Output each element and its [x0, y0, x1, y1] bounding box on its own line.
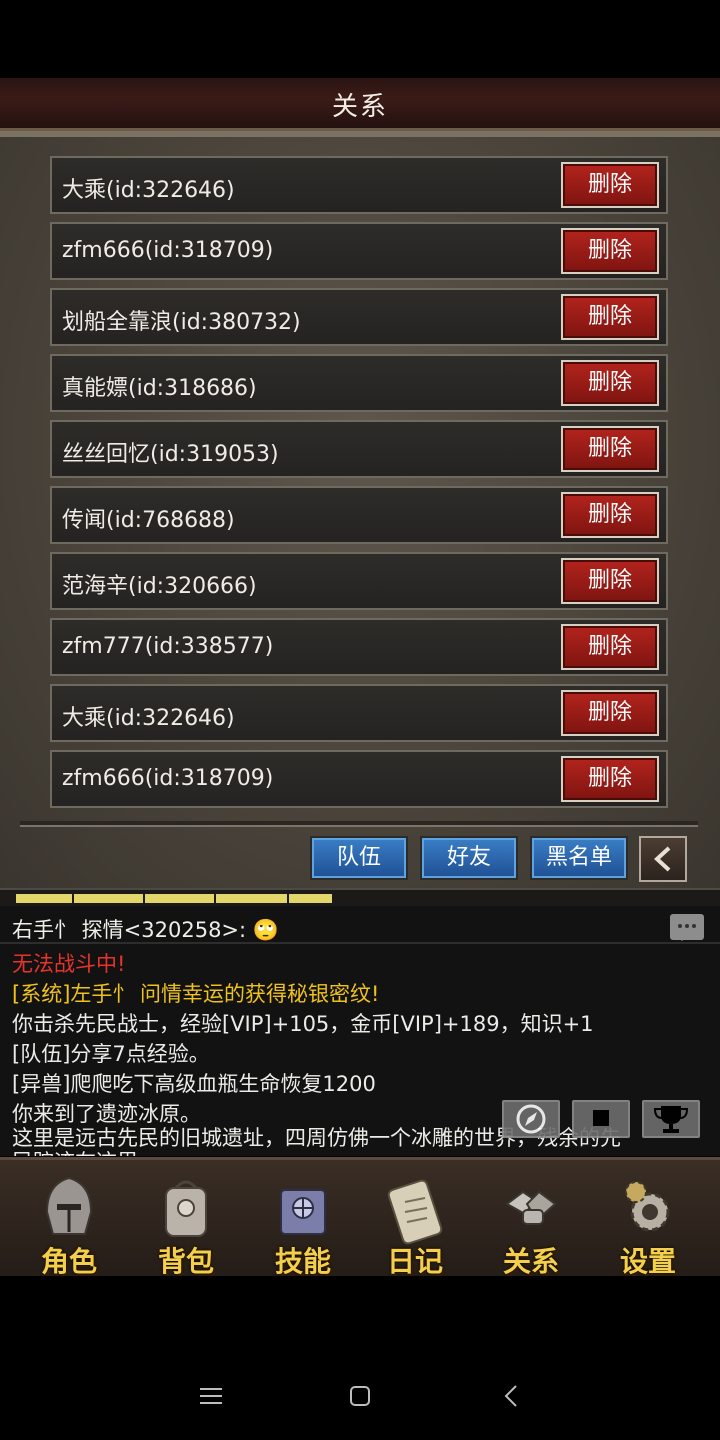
chevron-left-icon — [654, 846, 671, 872]
friend-name: 丝丝回忆(id:319053) — [62, 442, 279, 467]
page-title: 关系 — [331, 92, 388, 122]
chat-line: [系统]左手忄 问情幸运的获得秘银密纹! — [12, 982, 380, 1006]
compass-button[interactable] — [502, 1100, 560, 1138]
nav-diary[interactable]: 日记 — [360, 1164, 470, 1278]
friend-name: zfm666(id:318709) — [62, 766, 274, 791]
delete-button[interactable]: 删除 — [561, 228, 659, 274]
scroll-icon — [387, 1179, 443, 1245]
trophy-icon — [653, 1106, 689, 1133]
experience-fill — [16, 894, 332, 903]
nav-settings[interactable]: 设置 — [593, 1164, 703, 1278]
friend-name: zfm777(id:338577) — [62, 634, 274, 659]
delete-button[interactable]: 删除 — [561, 690, 659, 736]
friend-row: 传闻(id:768688) 删除 — [50, 486, 668, 544]
nav-backpack[interactable]: 背包 — [131, 1164, 241, 1278]
friend-row: 划船全靠浪(id:380732) 删除 — [50, 288, 668, 346]
delete-button[interactable]: 删除 — [561, 360, 659, 406]
experience-bar — [0, 888, 720, 906]
nav-character[interactable]: 角色 — [14, 1164, 124, 1278]
nav-label: 设置 — [619, 1245, 676, 1278]
back-button[interactable] — [639, 836, 687, 882]
gear-icon — [625, 1181, 670, 1232]
friend-row: zfm666(id:318709) 删除 — [50, 750, 668, 808]
trophy-button[interactable] — [642, 1100, 700, 1138]
delete-button[interactable]: 删除 — [561, 426, 659, 472]
chat-header: 右手忄 探情<320258>: 🙄 — [12, 918, 279, 942]
chat-line: 你击杀先民战士，经验[VIP]+105，金币[VIP]+189，知识+1 — [12, 1012, 594, 1036]
nav-label: 背包 — [157, 1245, 214, 1278]
home-icon[interactable] — [348, 1384, 372, 1408]
friend-name: 大乘(id:322646) — [62, 178, 235, 203]
friend-name: 划船全靠浪(id:380732) — [62, 310, 301, 335]
friend-name: 传闻(id:768688) — [62, 508, 235, 533]
friend-name: 范海辛(id:320666) — [62, 574, 257, 599]
title-bar: 关系 — [0, 78, 720, 131]
skill-book-icon — [280, 1189, 326, 1235]
chat-line: [队伍]分享7点经验。 — [12, 1042, 210, 1066]
nav-label: 角色 — [40, 1245, 97, 1278]
friend-row: 大乘(id:322646) 删除 — [50, 684, 668, 742]
system-nav-bar — [0, 1276, 720, 1440]
friend-row: 范海辛(id:320666) 删除 — [50, 552, 668, 610]
tab-blacklist[interactable]: 黑名单 — [530, 836, 628, 880]
stop-button[interactable] — [572, 1100, 630, 1138]
nav-label: 日记 — [386, 1245, 443, 1278]
friend-row: zfm777(id:338577) 删除 — [50, 618, 668, 676]
friend-name: 真能嫖(id:318686) — [62, 376, 257, 401]
friend-row: 丝丝回忆(id:319053) 删除 — [50, 420, 668, 478]
friend-name: 大乘(id:322646) — [62, 706, 235, 731]
chat-line: [异兽]爬爬吃下高级血瓶生命恢复1200 — [12, 1072, 376, 1096]
nav-label: 关系 — [502, 1245, 559, 1278]
stop-icon — [593, 1110, 609, 1126]
chat-line: 民踪迹在这里 — [12, 1146, 138, 1156]
friend-list: 大乘(id:322646) 删除 zfm666(id:318709) 删除 划船… — [50, 156, 668, 816]
delete-button[interactable]: 删除 — [561, 162, 659, 208]
friend-row: 真能嫖(id:318686) 删除 — [50, 354, 668, 412]
delete-button[interactable]: 删除 — [561, 558, 659, 604]
friend-row: zfm666(id:318709) 删除 — [50, 222, 668, 280]
relations-panel: 大乘(id:322646) 删除 zfm666(id:318709) 删除 划船… — [0, 131, 720, 894]
helmet-icon — [45, 1176, 93, 1235]
friend-name: zfm666(id:318709) — [62, 238, 274, 263]
chat-line: 无法战斗中! — [12, 952, 126, 976]
nav-label: 技能 — [274, 1245, 331, 1278]
compass-icon — [516, 1104, 546, 1134]
friend-row: 大乘(id:322646) 删除 — [50, 156, 668, 214]
delete-button[interactable]: 删除 — [561, 756, 659, 802]
chat-bubble-icon[interactable] — [670, 914, 704, 941]
handshake-icon — [505, 1190, 557, 1225]
divider — [20, 821, 698, 827]
back-icon[interactable] — [500, 1384, 524, 1408]
nav-relations[interactable]: 关系 — [476, 1164, 586, 1278]
tab-friends[interactable]: 好友 — [420, 836, 518, 880]
menu-icon[interactable] — [198, 1384, 224, 1408]
delete-button[interactable]: 删除 — [561, 624, 659, 670]
nav-skills[interactable]: 技能 — [248, 1164, 358, 1278]
delete-button[interactable]: 删除 — [561, 492, 659, 538]
tab-team[interactable]: 队伍 — [310, 836, 408, 880]
delete-button[interactable]: 删除 — [561, 294, 659, 340]
backpack-icon — [165, 1180, 207, 1237]
bottom-nav: 角色 背包 技能 日记 关系 设置 — [0, 1157, 720, 1279]
